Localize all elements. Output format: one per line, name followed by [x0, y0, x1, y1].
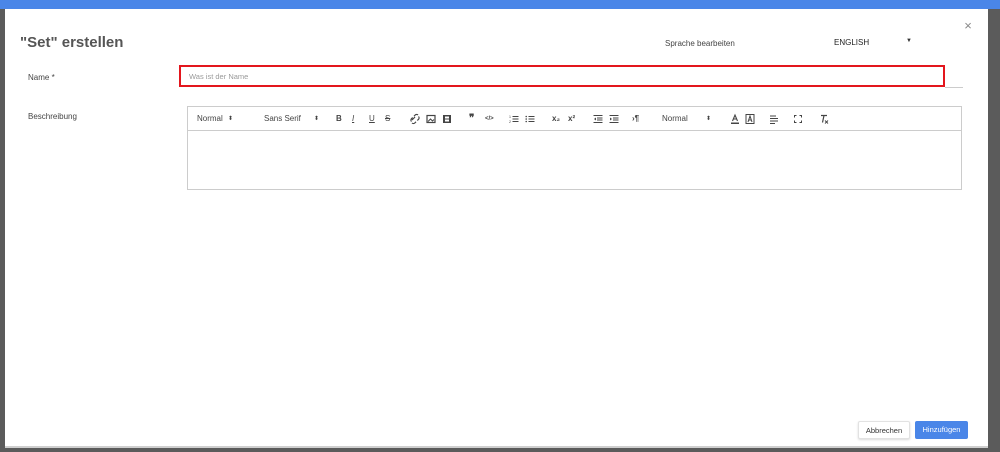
name-input[interactable] [181, 67, 943, 85]
language-label: Sprache bearbeiten [665, 39, 735, 48]
image-icon[interactable] [426, 113, 436, 125]
close-button[interactable]: × [962, 18, 974, 33]
name-input-underline [945, 87, 963, 88]
text-direction-icon[interactable]: ›¶ [632, 113, 639, 125]
backdrop [988, 9, 1000, 452]
description-label: Beschreibung [28, 112, 77, 121]
name-input-highlight [179, 65, 945, 87]
ordered-list-icon[interactable]: 12 [509, 113, 519, 125]
name-label: Name * [28, 73, 55, 82]
svg-text:1: 1 [509, 115, 511, 119]
italic-button[interactable]: I [352, 113, 354, 125]
dialog-title: "Set" erstellen [20, 34, 124, 51]
header-picker[interactable]: Normal [197, 113, 223, 125]
caret-down-icon: ▼ [906, 38, 912, 44]
blockquote-icon[interactable]: ❞ [469, 113, 474, 125]
background-color-icon[interactable] [745, 113, 755, 125]
subscript-button[interactable]: x₂ [552, 113, 560, 125]
app-header-bar [0, 0, 1000, 9]
link-icon[interactable] [410, 113, 420, 125]
editor-toolbar: Normal ⬍ Sans Serif ⬍ B I U S ❞ </> 12 x… [188, 107, 961, 131]
outdent-icon[interactable] [593, 113, 603, 125]
add-button[interactable]: Hinzufügen [915, 421, 968, 439]
create-set-dialog: × "Set" erstellen Sprache bearbeiten ENG… [5, 9, 988, 448]
underline-button[interactable]: U [369, 113, 375, 125]
indent-icon[interactable] [609, 113, 619, 125]
superscript-button[interactable]: x² [568, 113, 575, 125]
clear-format-icon[interactable] [819, 113, 829, 125]
description-editor-area[interactable] [188, 131, 961, 190]
svg-text:2: 2 [509, 120, 511, 124]
font-picker[interactable]: Sans Serif [264, 113, 301, 125]
fullscreen-icon[interactable] [793, 113, 803, 125]
language-select-value: ENGLISH [834, 38, 870, 47]
font-picker-caret-icon: ⬍ [314, 116, 320, 122]
align-icon[interactable] [769, 113, 779, 125]
size-picker-caret-icon: ⬍ [706, 116, 712, 122]
rich-text-editor: Normal ⬍ Sans Serif ⬍ B I U S ❞ </> 12 x… [187, 106, 962, 190]
bold-button[interactable]: B [336, 113, 342, 125]
code-block-icon[interactable]: </> [485, 113, 494, 125]
text-color-icon[interactable] [730, 113, 740, 125]
strike-button[interactable]: S [385, 113, 390, 125]
size-picker[interactable]: Normal [662, 113, 688, 125]
language-select[interactable]: ENGLISH ▼ [832, 33, 922, 49]
header-picker-caret-icon: ⬍ [228, 116, 234, 122]
video-icon[interactable] [442, 113, 452, 125]
cancel-button[interactable]: Abbrechen [858, 421, 910, 439]
bullet-list-icon[interactable] [525, 113, 535, 125]
close-icon: × [964, 18, 972, 33]
